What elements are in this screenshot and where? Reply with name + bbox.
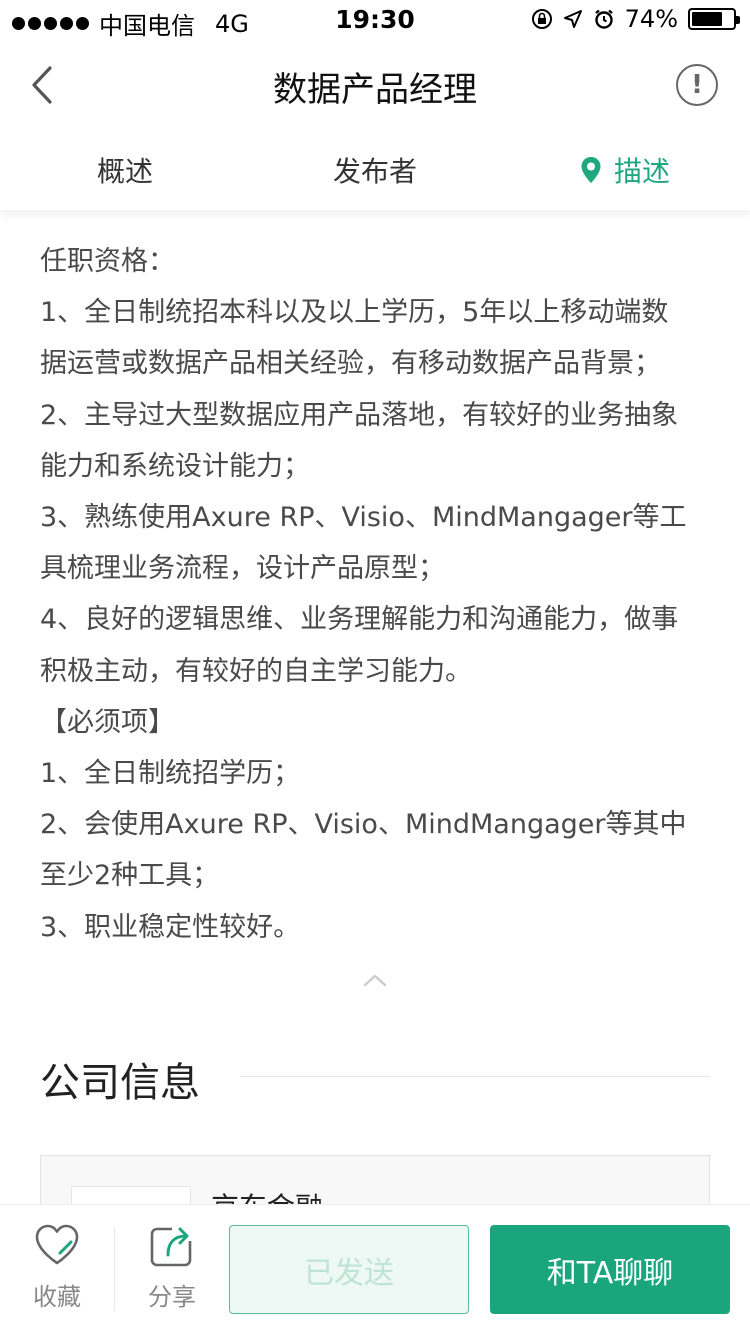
battery-fill — [692, 12, 722, 26]
chevron-up-icon[interactable] — [363, 972, 387, 988]
description-line: 据运营或数据产品相关经验，有移动数据产品背景； — [40, 348, 661, 380]
description-line: 任职资格： — [40, 246, 175, 277]
chat-button[interactable]: 和TA聊聊 — [490, 1225, 730, 1314]
sent-button[interactable]: 已发送 — [229, 1225, 469, 1314]
description-line: 具梳理业务流程，设计产品原型； — [40, 553, 445, 585]
favorite-label: 收藏 — [33, 1283, 81, 1311]
tab-bar: 概述 发布者 描述 — [0, 130, 750, 210]
tab-description[interactable]: 描述 — [500, 130, 750, 210]
exclamation-circle-icon: ! — [691, 70, 703, 100]
description-line: 4、良好的逻辑思维、业务理解能力和沟通能力，做事 — [40, 604, 679, 636]
nav-bar: 数据产品经理 ! — [0, 40, 750, 130]
chat-label: 和TA聊聊 — [546, 1255, 674, 1291]
description-line: 能力和系统设计能力； — [40, 450, 310, 482]
status-bar: 中国电信 4G 19:30 74% — [0, 0, 750, 40]
description-line: 1、全日制统招本科以及以上学历，5年以上移动端数 — [40, 297, 669, 329]
sent-label: 已发送 — [304, 1255, 394, 1291]
battery-icon — [688, 8, 740, 30]
tab-label: 概述 — [96, 155, 153, 188]
report-button[interactable]: ! — [676, 64, 718, 106]
share-icon — [150, 1223, 192, 1267]
bottom-action-bar: 收藏 分享 已发送 和TA聊聊 — [0, 1204, 750, 1334]
tab-label: 发布者 — [332, 155, 417, 188]
page-title: 数据产品经理 — [273, 70, 477, 110]
description-line: 积极主动，有较好的自主学习能力。 — [40, 655, 472, 687]
heart-icon — [35, 1224, 79, 1265]
tab-publisher[interactable]: 发布者 — [250, 130, 500, 210]
alarm-icon — [594, 9, 613, 29]
action-divider — [114, 1227, 115, 1311]
company-section-title: 公司信息 — [40, 1060, 200, 1106]
description-line: 3、熟练使用Axure RP、Visio、MindMangager等工 — [40, 502, 687, 534]
description-line: 2、主导过大型数据应用产品落地，有较好的业务抽象 — [40, 399, 679, 431]
description-line: 1、全日制统招学历； — [40, 758, 301, 790]
description-line: 2、会使用Axure RP、Visio、MindMangager等其中 — [40, 809, 687, 841]
location-pin-icon — [581, 157, 601, 183]
section-divider — [240, 1076, 710, 1077]
share-label: 分享 — [148, 1283, 196, 1311]
description-line: 3、职业稳定性较好。 — [40, 911, 301, 943]
battery-percent: 74% — [624, 5, 678, 33]
share-button[interactable]: 分享 — [132, 1223, 212, 1312]
status-right: 74% — [531, 5, 740, 33]
tab-overview[interactable]: 概述 — [0, 130, 250, 210]
location-arrow-icon — [563, 10, 582, 28]
lock-rotation-icon — [531, 9, 552, 29]
job-description: 任职资格： 1、全日制统招本科以及以上学历，5年以上移动端数 据运营或数据产品相… — [40, 236, 720, 953]
description-line: 至少2种工具； — [40, 860, 220, 892]
tab-label: 描述 — [613, 155, 670, 188]
favorite-button[interactable]: 收藏 — [17, 1223, 97, 1312]
description-line: 【必须项】 — [40, 706, 175, 738]
